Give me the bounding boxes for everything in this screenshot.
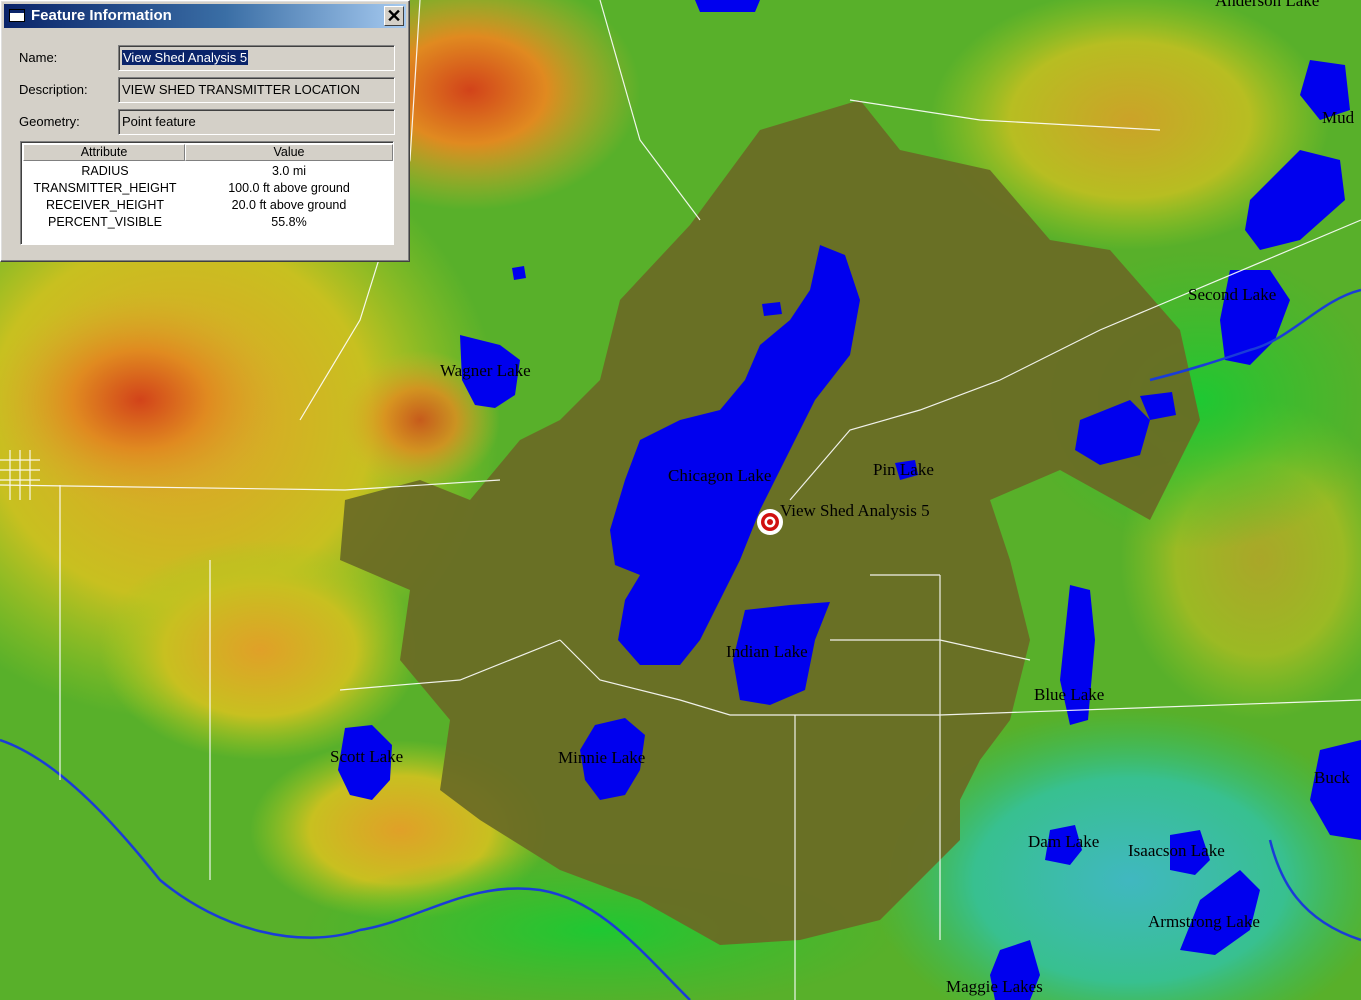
geometry-value: Point feature: [122, 114, 196, 129]
attribute-cell: RECEIVER_HEIGHT: [45, 198, 165, 212]
attribute-cell: TRANSMITTER_HEIGHT: [33, 181, 177, 195]
lake-label-buck: Buck: [1314, 768, 1350, 787]
window-titlebar[interactable]: Feature Information ✕: [4, 4, 406, 28]
window-title: Feature Information: [31, 7, 172, 24]
anderson-lake: [695, 0, 760, 12]
name-field[interactable]: View Shed Analysis 5: [118, 45, 395, 71]
column-header-attribute[interactable]: Attribute: [23, 144, 185, 161]
lake-label-maggie: Maggie Lakes: [946, 977, 1043, 996]
lake-label-anderson: Anderson Lake: [1215, 0, 1320, 10]
name-label: Name:: [19, 50, 58, 65]
value-cell: 100.0 ft above ground: [228, 181, 350, 195]
table-row[interactable]: RADIUS 3.0 mi: [23, 163, 393, 180]
feature-information-window[interactable]: Feature Information ✕ Name: View Shed An…: [0, 0, 410, 262]
attribute-cell: PERCENT_VISIBLE: [48, 215, 162, 229]
lake-label-minnie: Minnie Lake: [558, 748, 646, 767]
attribute-table[interactable]: Attribute Value RADIUS 3.0 mi TRANSMITTE…: [20, 141, 394, 245]
lake-label-blue: Blue Lake: [1034, 685, 1105, 704]
column-header-value[interactable]: Value: [185, 144, 393, 161]
description-field[interactable]: VIEW SHED TRANSMITTER LOCATION: [118, 77, 395, 103]
lake-label-pin: Pin Lake: [873, 460, 934, 479]
lake-label-chicagon: Chicagon Lake: [668, 466, 772, 485]
lake-label-second: Second Lake: [1188, 285, 1277, 304]
value-cell: 20.0 ft above ground: [231, 198, 347, 212]
table-row[interactable]: TRANSMITTER_HEIGHT 100.0 ft above ground: [23, 180, 393, 197]
value-cell: 55.8%: [271, 215, 307, 229]
name-value: View Shed Analysis 5: [122, 50, 249, 65]
terrain-peak-west: [0, 290, 290, 510]
lake-label-indian: Indian Lake: [726, 642, 808, 661]
geometry-field[interactable]: Point feature: [118, 109, 395, 135]
viewshed-marker-label: View Shed Analysis 5: [780, 501, 930, 520]
lake-label-scott: Scott Lake: [330, 747, 404, 766]
description-value: VIEW SHED TRANSMITTER LOCATION: [122, 82, 360, 97]
lake-label-dam: Dam Lake: [1028, 832, 1100, 851]
lake-label-armstrong: Armstrong Lake: [1148, 912, 1260, 931]
small-pond-1: [512, 266, 526, 280]
small-pond-2: [762, 302, 782, 316]
value-cell: 3.0 mi: [271, 164, 307, 178]
geometry-label: Geometry:: [19, 114, 80, 129]
table-row[interactable]: RECEIVER_HEIGHT 20.0 ft above ground: [23, 197, 393, 214]
close-button[interactable]: ✕: [384, 6, 404, 26]
lake-label-isaacson: Isaacson Lake: [1128, 841, 1225, 860]
table-row[interactable]: PERCENT_VISIBLE 55.8%: [23, 214, 393, 231]
description-label: Description:: [19, 82, 88, 97]
window-app-icon: [9, 9, 25, 22]
close-icon: ✕: [386, 6, 402, 26]
lake-label-mud: Mud: [1322, 108, 1355, 127]
attribute-cell: RADIUS: [81, 164, 129, 178]
lake-label-wagner: Wagner Lake: [440, 361, 531, 380]
